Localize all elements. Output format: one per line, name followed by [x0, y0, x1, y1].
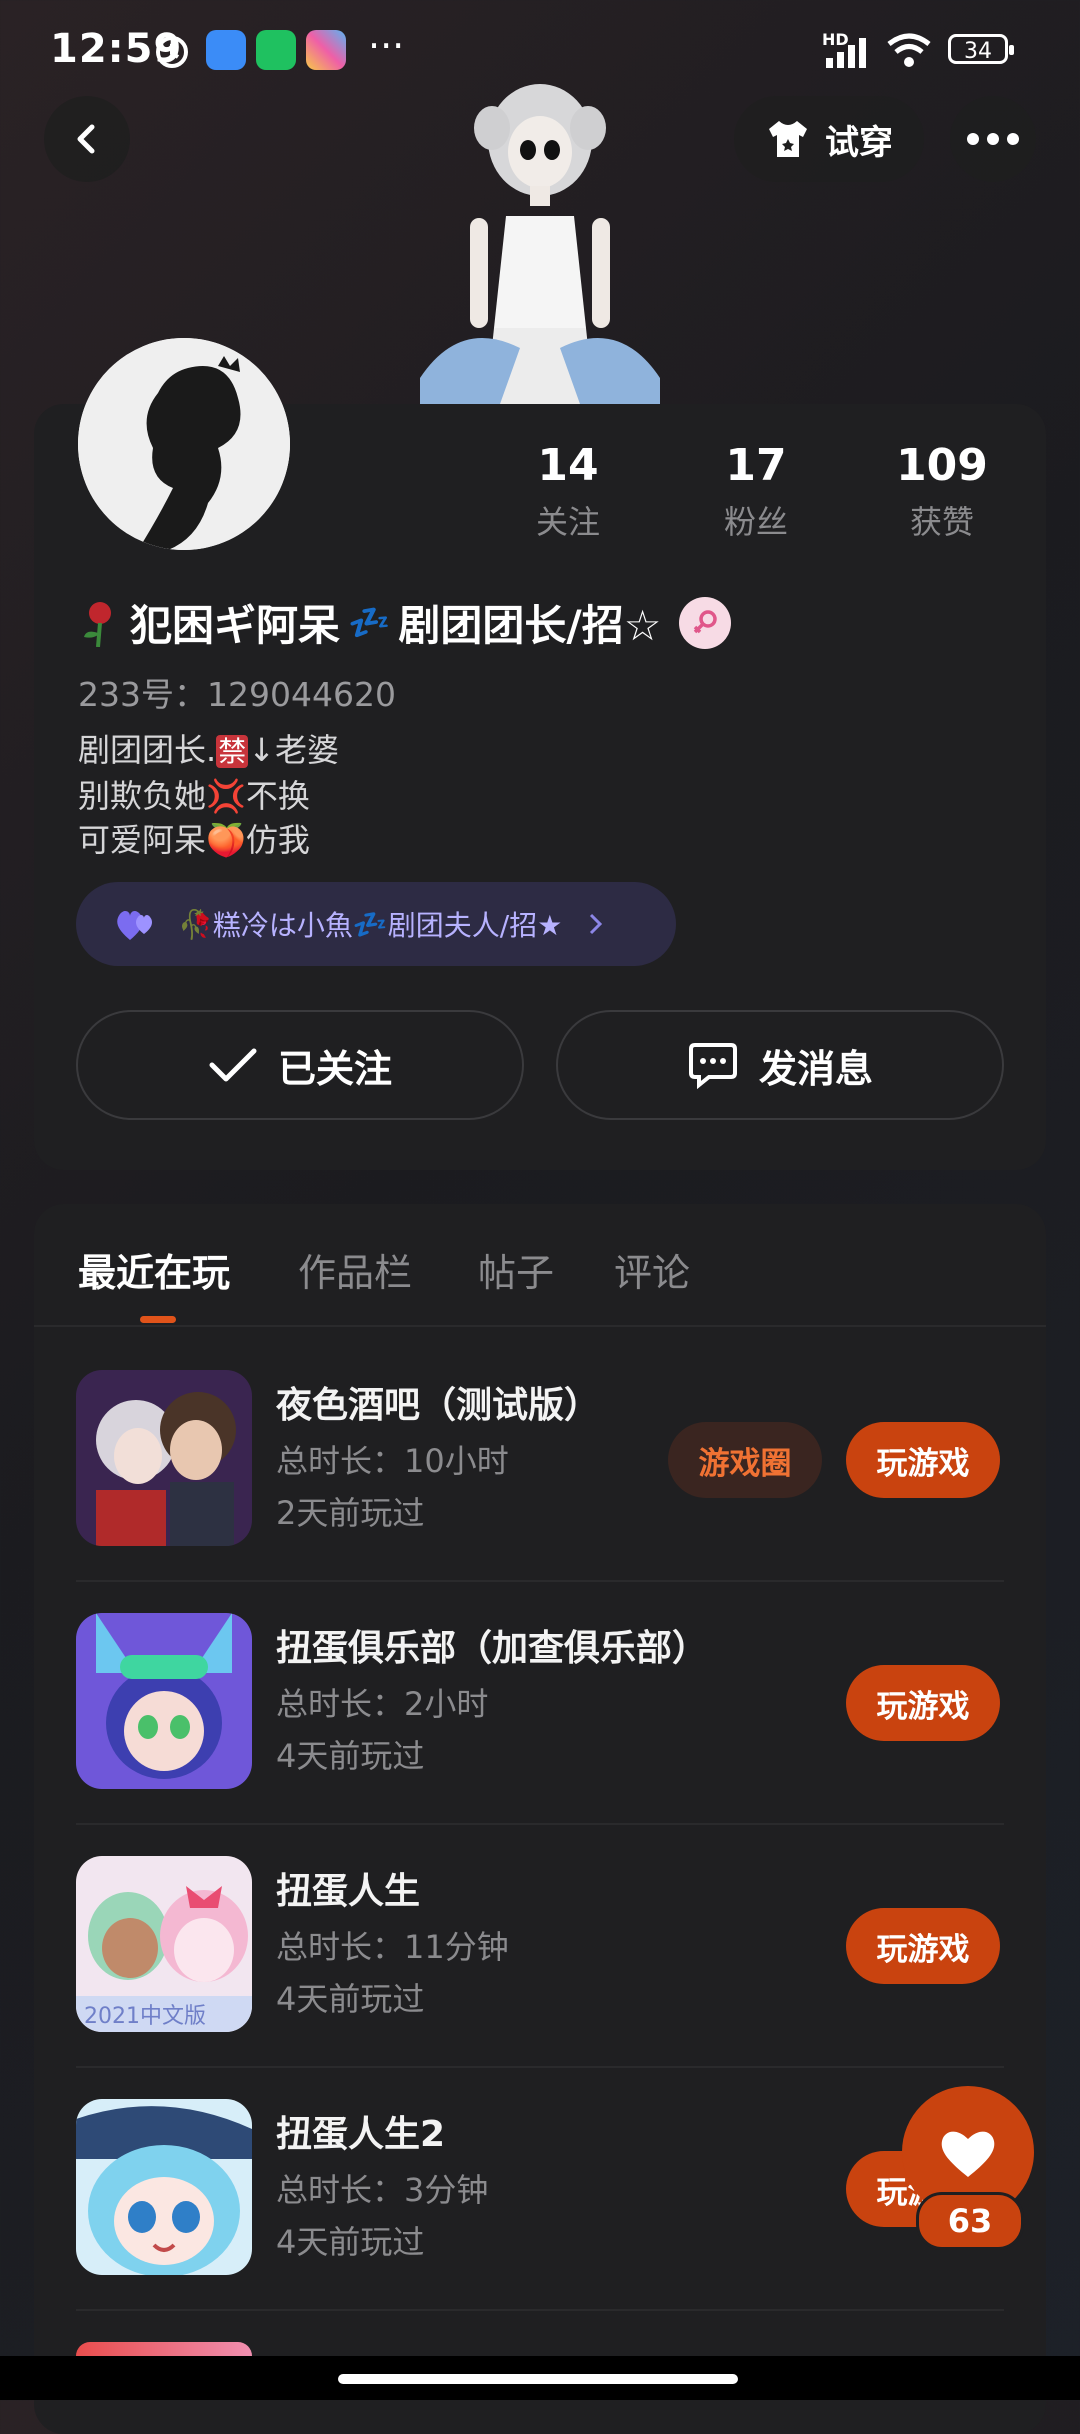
game-duration: 总时长：10小时 [276, 1442, 509, 1480]
bio-text: 可爱阿呆 [78, 821, 207, 859]
avatar[interactable] [78, 338, 290, 550]
heart-icon [941, 2131, 995, 2177]
bio-text: 别欺负她 [78, 777, 207, 815]
game-last-played: 2天前玩过 [276, 1494, 425, 1532]
bio-text: 剧团团长. [78, 731, 217, 769]
bio-text: 不换 [245, 777, 310, 815]
game-duration: 总时长：2小时 [276, 1685, 489, 1723]
alarm-icon [156, 36, 188, 68]
message-button[interactable]: 发消息 [556, 1010, 1004, 1120]
bio-text: 仿我 [245, 821, 310, 859]
couple-suffix: 剧团夫人/招★ [387, 909, 563, 942]
divider [76, 2309, 1004, 2311]
followers-label: 粉丝 [723, 503, 788, 541]
check-icon [209, 1048, 257, 1082]
anger-icon: 💢 [206, 777, 246, 815]
game-title: 夜色酒吧（测试版） [276, 1385, 601, 1426]
gallery-icon [306, 30, 346, 70]
sleep-zzz-icon: 💤 [348, 602, 391, 643]
divider [76, 2066, 1004, 2068]
profile-name-suffix: 剧团团长/招☆ [398, 601, 662, 650]
game-last-played: 4天前玩过 [276, 1737, 425, 1775]
game-icon-partial [76, 2342, 252, 2356]
back-button[interactable] [44, 96, 130, 182]
battery-icon: 34 [948, 34, 1014, 64]
chevron-left-icon [77, 124, 95, 154]
avatar-silhouette-image [78, 338, 290, 550]
followed-label: 已关注 [277, 1046, 392, 1091]
game-icon-gacha-club [76, 1613, 252, 1789]
try-on-button[interactable]: 试穿 [734, 96, 924, 182]
bio-line-2: 别欺负她💢不换 [78, 774, 339, 818]
couple-name: 糕冷は小魚 [212, 909, 353, 942]
tab-posts[interactable]: 帖子 [478, 1242, 554, 1297]
list-item[interactable]: 扭蛋人生2 总时长：3分钟 4天前玩过 玩游戏 [34, 2099, 1046, 2342]
stat-likes[interactable]: 109 获赞 [872, 440, 1012, 543]
signal-icon [826, 38, 866, 68]
play-game-button[interactable]: 玩游戏 [846, 1908, 1000, 1984]
divider [76, 1823, 1004, 1825]
bio-line-3: 可爱阿呆🍑仿我 [78, 818, 339, 862]
list-item[interactable]: 夜色酒吧（测试版） 总时长：10小时 2天前玩过 游戏圈 玩游戏 [34, 1370, 1046, 1613]
following-count: 14 [537, 440, 599, 491]
wechat-icon [256, 30, 296, 70]
following-label: 关注 [535, 503, 600, 541]
game-title: 扭蛋人生2 [276, 2114, 446, 2155]
list-item[interactable]: 扭蛋俱乐部（加查俱乐部） 总时长：2小时 4天前玩过 玩游戏 [34, 1613, 1046, 1856]
game-icon-caption: 2021中文版 [84, 2004, 206, 2029]
tab-indicator [140, 1316, 176, 1323]
stat-following[interactable]: 14 关注 [498, 440, 638, 543]
list-item[interactable]: 2021中文版 扭蛋人生 总时长：11分钟 4天前玩过 玩游戏 [34, 1856, 1046, 2099]
user-id: 233号：129044620 [78, 675, 396, 714]
wifi-icon [887, 33, 931, 67]
rose-icon [84, 601, 111, 647]
bio: 剧团团长.禁↓老婆 别欺负她💢不换 可爱阿呆🍑仿我 [78, 728, 339, 862]
likes-label: 获赞 [909, 503, 974, 541]
peach-icon: 🍑 [206, 821, 246, 859]
game-title: 扭蛋人生 [276, 1871, 421, 1912]
forbidden-badge: 禁 [216, 735, 249, 768]
game-title: 扭蛋俱乐部（加查俱乐部） [276, 1628, 709, 1669]
game-circle-button[interactable]: 游戏圈 [668, 1422, 822, 1498]
divider [34, 1325, 1046, 1327]
home-indicator[interactable] [338, 2374, 738, 2384]
game-duration: 总时长：11分钟 [276, 1928, 509, 1966]
more-button[interactable] [950, 96, 1036, 182]
chevron-right-icon [590, 913, 603, 935]
tab-works[interactable]: 作品栏 [298, 1242, 412, 1297]
followed-button[interactable]: 已关注 [76, 1010, 524, 1120]
app-notification-icon [206, 30, 246, 70]
try-on-label: 试穿 [825, 122, 893, 163]
play-game-button[interactable]: 玩游戏 [846, 1665, 1000, 1741]
bio-text: ↓老婆 [248, 731, 340, 769]
followers-count: 17 [725, 440, 787, 491]
double-heart-icon [117, 910, 152, 940]
profile-name-text: 犯困ギ阿呆 [130, 601, 341, 650]
more-notifications-icon: ··· [368, 24, 405, 68]
more-dots-icon [967, 133, 1019, 145]
tshirt-icon [769, 121, 807, 157]
tab-comments[interactable]: 评论 [614, 1242, 690, 1297]
game-icon-gacha-life-2 [76, 2099, 252, 2275]
tab-recently-played[interactable]: 最近在玩 [78, 1242, 230, 1297]
female-gender-icon [679, 596, 732, 649]
rose-icon: 🥀 [178, 907, 213, 941]
game-icon-night-bar [76, 1370, 252, 1546]
couple-link[interactable]: 🥀 糕冷は小魚 💤 剧团夫人/招★ [76, 882, 676, 966]
divider [76, 1580, 1004, 1582]
likes-count: 109 [896, 440, 988, 491]
stat-followers[interactable]: 17 粉丝 [686, 440, 826, 543]
profile-name: 犯困ギ阿呆 💤 剧团团长/招☆ [78, 592, 732, 653]
message-label: 发消息 [758, 1046, 873, 1091]
game-duration: 总时长：3分钟 [276, 2171, 489, 2209]
game-last-played: 4天前玩过 [276, 1980, 425, 2018]
bio-line-1: 剧团团长.禁↓老婆 [78, 728, 339, 774]
game-icon-gacha-life: 2021中文版 [76, 1856, 252, 2032]
chat-bubble-icon [688, 1043, 737, 1089]
play-game-button[interactable]: 玩游戏 [846, 1422, 1000, 1498]
game-last-played: 4天前玩过 [276, 2223, 425, 2261]
sleep-zzz-icon: 💤 [352, 907, 388, 941]
like-count: 63 [916, 2192, 1024, 2250]
character-avatar-figure[interactable] [410, 78, 670, 404]
